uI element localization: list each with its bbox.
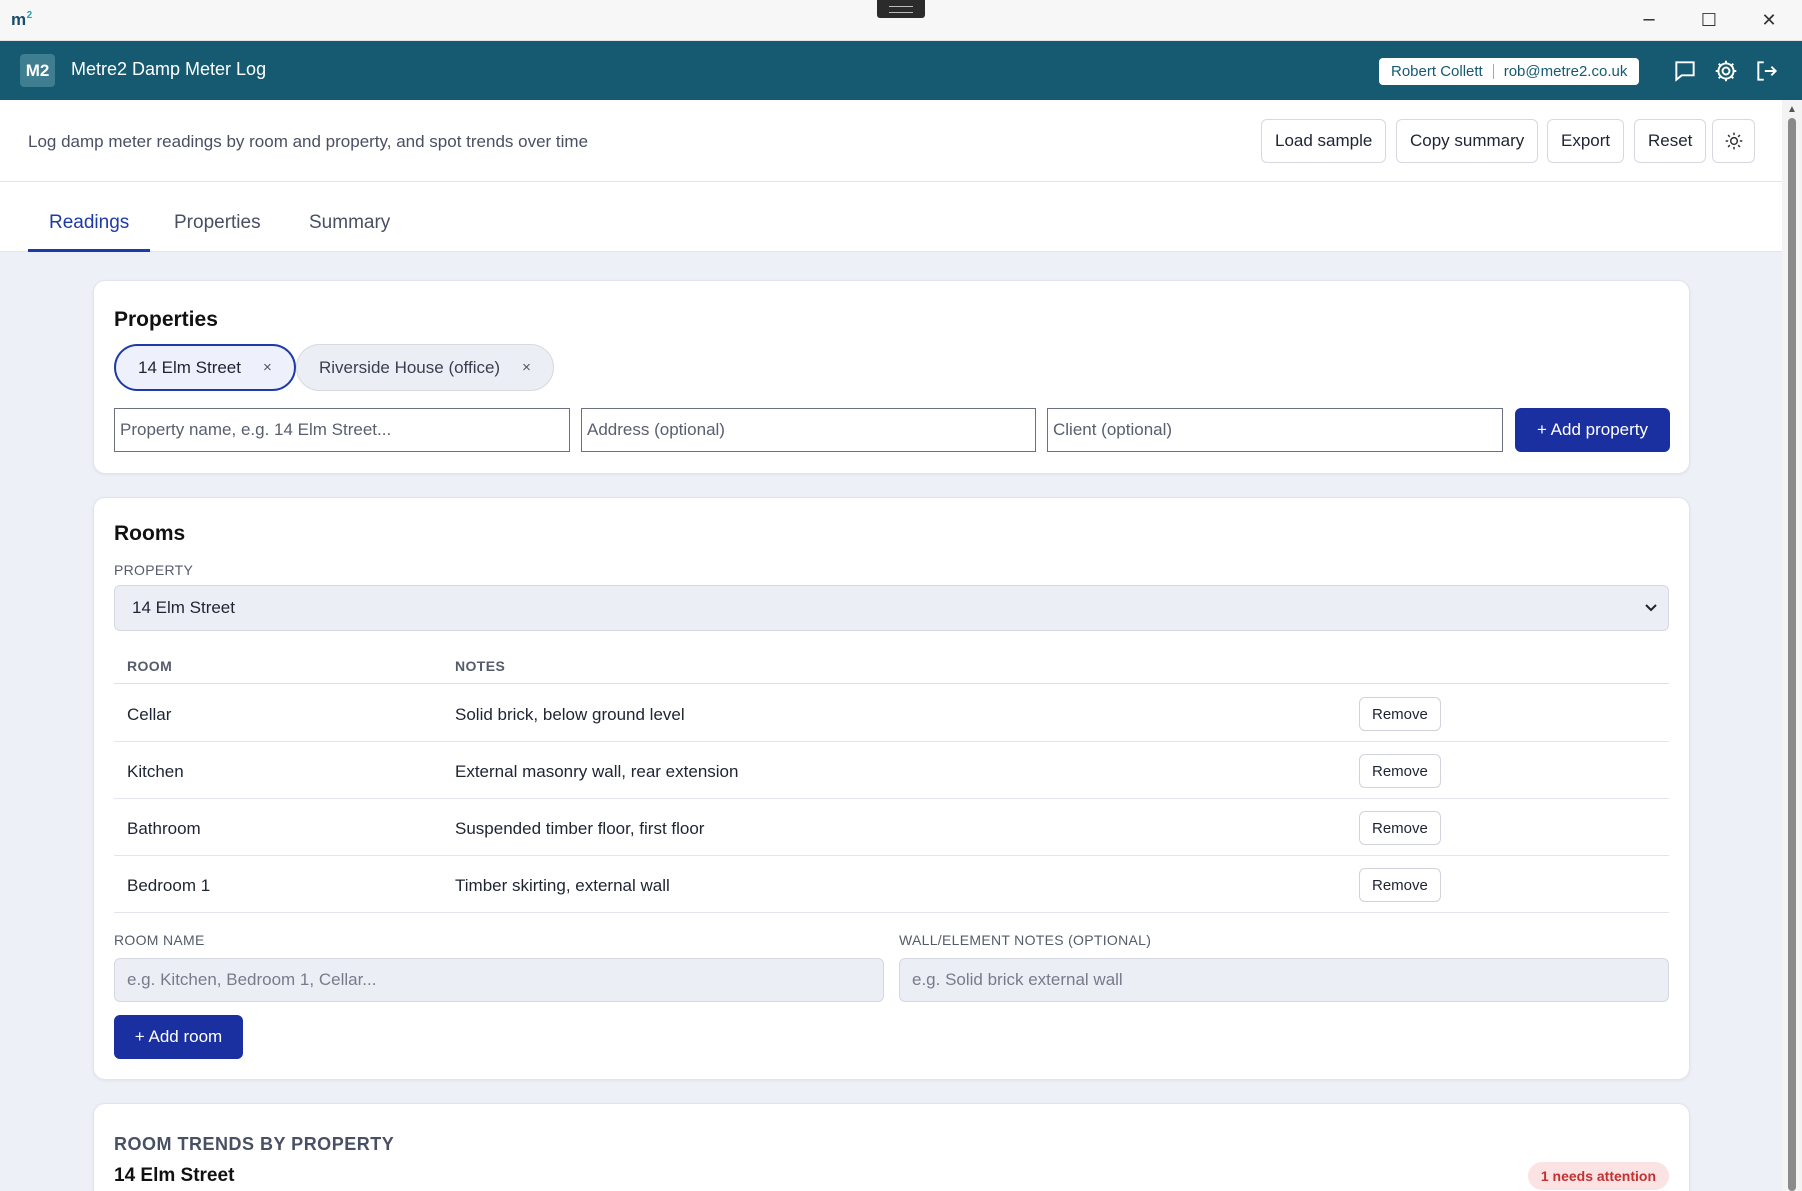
theme-toggle-button[interactable] <box>1712 119 1755 163</box>
gear-icon[interactable] <box>1713 58 1739 84</box>
property-chip-label: Riverside House (office) <box>319 357 501 377</box>
minimize-button[interactable]: ─ <box>1626 6 1672 36</box>
main-tabs: Readings Properties Summary <box>0 182 1782 252</box>
logo-sup: 2 <box>26 10 33 22</box>
scrollbar-thumb[interactable] <box>1788 118 1796 1191</box>
export-button[interactable]: Export <box>1547 119 1625 163</box>
table-row: Cellar Solid brick, below ground level R… <box>114 685 1669 742</box>
column-header-room: ROOM <box>127 658 173 674</box>
app-logo: m2 <box>11 10 32 30</box>
property-chip[interactable]: Riverside House (office) × <box>296 344 554 391</box>
user-name: Robert Collett <box>1391 63 1483 80</box>
tab-readings[interactable]: Readings <box>28 182 151 252</box>
app-title: Metre2 Damp Meter Log <box>71 59 267 79</box>
tab-properties[interactable]: Properties <box>153 182 282 252</box>
remove-room-button[interactable]: Remove <box>1359 697 1441 731</box>
window-titlebar: m2 ─ ☐ ✕ <box>0 0 1802 41</box>
remove-chip-icon[interactable]: × <box>522 359 531 376</box>
close-button[interactable]: ✕ <box>1746 6 1792 36</box>
property-client-input[interactable] <box>1047 408 1503 452</box>
user-pill[interactable]: Robert Collett rob@metre2.co.uk <box>1379 58 1640 85</box>
room-name: Kitchen <box>127 762 184 781</box>
load-sample-button[interactable]: Load sample <box>1261 119 1387 163</box>
column-header-notes: NOTES <box>455 658 506 674</box>
property-chip[interactable]: 14 Elm Street × <box>114 344 296 391</box>
room-name: Cellar <box>127 705 172 724</box>
rooms-card: Rooms PROPERTY 14 Elm Street ROOM NOTES … <box>93 497 1690 1080</box>
property-select-value: 14 Elm Street <box>132 598 235 617</box>
remove-room-button[interactable]: Remove <box>1359 868 1441 902</box>
maximize-button[interactable]: ☐ <box>1686 6 1732 36</box>
room-trends-card: ROOM TRENDS BY PROPERTY 14 Elm Street 1 … <box>93 1103 1690 1191</box>
page-subtitle: Log damp meter readings by room and prop… <box>28 132 589 151</box>
room-notes-label: WALL/ELEMENT NOTES (OPTIONAL) <box>899 932 1152 948</box>
rooms-table-header: ROOM NOTES <box>114 653 1669 684</box>
remove-room-button[interactable]: Remove <box>1359 811 1441 845</box>
remove-room-button[interactable]: Remove <box>1359 754 1441 788</box>
table-row: Kitchen External masonry wall, rear exte… <box>114 742 1669 799</box>
room-notes: Timber skirting, external wall <box>455 876 670 895</box>
copy-summary-button[interactable]: Copy summary <box>1396 119 1539 163</box>
sun-icon <box>1725 132 1742 150</box>
app-header: M2 Metre2 Damp Meter Log Robert Collett … <box>0 41 1802 100</box>
room-notes: External masonry wall, rear extension <box>455 762 739 781</box>
drag-handle[interactable] <box>877 0 925 18</box>
room-notes-input[interactable] <box>899 958 1669 1002</box>
tab-summary[interactable]: Summary <box>288 182 411 252</box>
user-email: rob@metre2.co.uk <box>1503 63 1628 80</box>
properties-card: Properties 14 Elm Street × Riverside Hou… <box>93 280 1690 474</box>
properties-heading: Properties <box>114 308 218 331</box>
scroll-up-icon[interactable]: ▲ <box>1787 104 1797 115</box>
property-address-input[interactable] <box>581 408 1036 452</box>
property-select-label: PROPERTY <box>114 562 194 578</box>
table-row: Bedroom 1 Timber skirting, external wall… <box>114 856 1669 913</box>
room-notes: Solid brick, below ground level <box>455 705 685 724</box>
room-name-label: ROOM NAME <box>114 932 205 948</box>
logout-icon[interactable] <box>1754 58 1780 84</box>
room-name-input[interactable] <box>114 958 884 1002</box>
remove-chip-icon[interactable]: × <box>263 359 272 376</box>
property-chip-label: 14 Elm Street <box>138 357 241 377</box>
chat-icon[interactable] <box>1672 58 1698 84</box>
page-scrollbar[interactable]: ▲ <box>1782 100 1802 1191</box>
property-select[interactable]: 14 Elm Street <box>114 585 1669 631</box>
table-row: Bathroom Suspended timber floor, first f… <box>114 799 1669 856</box>
room-trends-heading: ROOM TRENDS BY PROPERTY <box>114 1134 395 1154</box>
user-pill-divider <box>1492 64 1494 79</box>
reset-button[interactable]: Reset <box>1634 119 1707 163</box>
add-room-button[interactable]: + Add room <box>114 1015 243 1059</box>
needs-attention-badge: 1 needs attention <box>1527 1162 1669 1190</box>
page-toolbar: Log damp meter readings by room and prop… <box>0 100 1782 182</box>
room-name: Bathroom <box>127 819 201 838</box>
room-trends-property: 14 Elm Street <box>114 1165 235 1186</box>
room-notes: Suspended timber floor, first floor <box>455 819 705 838</box>
chevron-down-icon <box>1644 586 1658 647</box>
room-name: Bedroom 1 <box>127 876 211 895</box>
add-property-button[interactable]: + Add property <box>1515 408 1670 452</box>
app-badge: M2 <box>20 54 55 87</box>
logo-text: m <box>11 10 26 29</box>
rooms-heading: Rooms <box>114 522 186 545</box>
property-name-input[interactable] <box>114 408 570 452</box>
